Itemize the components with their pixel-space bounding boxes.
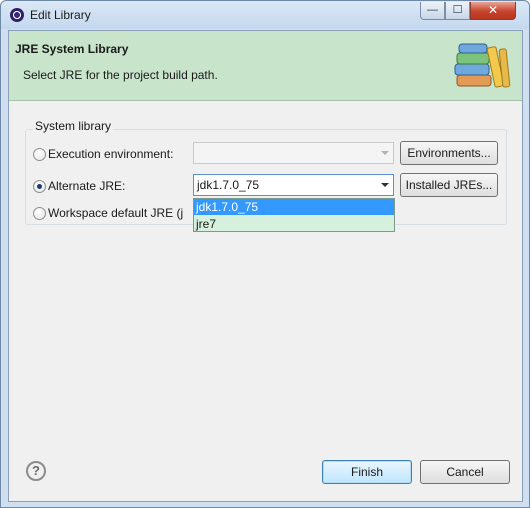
dropdown-item-jre7[interactable]: jre7 [194,216,394,232]
dialog-content: JRE System Library Select JRE for the pr… [8,30,523,502]
execution-environment-radio[interactable] [33,148,46,161]
execution-environment-combo [193,142,394,164]
close-button[interactable]: ✕ [470,2,516,20]
title-bar[interactable]: Edit Library — ☐ ✕ [1,1,529,29]
finish-button[interactable]: Finish [322,460,412,484]
jre-dropdown-list: jdk1.7.0_75 jre7 [193,198,395,232]
edit-library-dialog: Edit Library — ☐ ✕ JRE System Library Se… [0,0,530,508]
system-library-legend: System library [33,119,114,133]
minimize-button[interactable]: — [420,2,445,20]
execution-environment-label: Execution environment: [48,147,174,161]
alternate-jre-label: Alternate JRE: [48,179,126,193]
installed-jres-button[interactable]: Installed JREs... [400,173,498,197]
help-icon[interactable]: ? [26,461,46,481]
header-subtitle: Select JRE for the project build path. [23,68,218,82]
window-title: Edit Library [30,8,91,22]
workspace-default-radio[interactable] [33,207,46,220]
dropdown-item-jdk[interactable]: jdk1.7.0_75 [194,199,394,215]
chevron-down-icon [381,151,389,155]
eclipse-icon [10,8,24,22]
library-books-icon [454,43,511,88]
workspace-default-label: Workspace default JRE (j [48,206,184,220]
alternate-jre-radio[interactable] [33,180,46,193]
cancel-button[interactable]: Cancel [420,460,510,484]
maximize-button[interactable]: ☐ [445,2,470,20]
alternate-jre-combo[interactable]: jdk1.7.0_75 [193,174,394,196]
header-title: JRE System Library [15,42,129,56]
dialog-header: JRE System Library Select JRE for the pr… [9,31,522,101]
alternate-jre-value: jdk1.7.0_75 [197,178,260,192]
chevron-down-icon [381,183,389,187]
environments-button[interactable]: Environments... [400,141,498,165]
